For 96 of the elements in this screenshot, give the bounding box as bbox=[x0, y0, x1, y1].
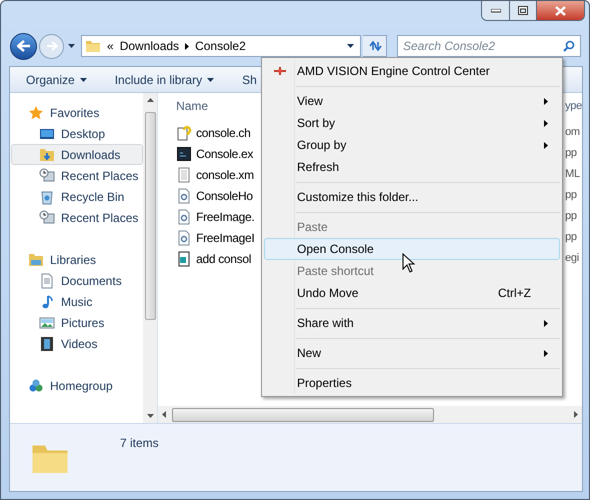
nav-item[interactable]: Recent Places bbox=[11, 165, 144, 186]
table-cell-text: egi bbox=[565, 251, 579, 266]
nav-item[interactable]: Music bbox=[11, 291, 144, 312]
search-field[interactable]: Search Console2 bbox=[397, 35, 581, 57]
mouse-pointer-icon bbox=[402, 253, 415, 273]
scroll-right-icon bbox=[574, 411, 578, 418]
minimize-icon bbox=[490, 8, 500, 12]
submenu-arrow-icon bbox=[544, 98, 548, 104]
nav-group[interactable]: Libraries bbox=[11, 249, 144, 270]
file-name[interactable]: console.xm bbox=[196, 166, 254, 184]
nav-item[interactable]: Pictures bbox=[11, 312, 144, 333]
table-cell-text: pp bbox=[565, 209, 577, 224]
overflow-mark: « bbox=[107, 38, 114, 55]
caret-icon bbox=[207, 78, 214, 82]
library-folder-icon bbox=[28, 252, 44, 268]
file-name[interactable]: FreeImageI bbox=[196, 228, 254, 246]
nav-item[interactable]: Documents bbox=[11, 270, 144, 291]
column-header[interactable]: ype bbox=[565, 98, 582, 114]
item-count: 7 items bbox=[120, 435, 159, 452]
caret-icon bbox=[68, 44, 74, 48]
download-folder-icon bbox=[39, 146, 55, 162]
vertical-scrollbar[interactable] bbox=[143, 93, 158, 423]
file-name[interactable]: add consol bbox=[196, 250, 252, 268]
horizontal-scrollbar[interactable] bbox=[158, 406, 582, 423]
menu-item[interactable]: Open Console bbox=[264, 238, 560, 260]
back-button[interactable] bbox=[10, 32, 37, 60]
file-name[interactable]: FreeImage. bbox=[196, 208, 254, 226]
breadcrumb[interactable]: Console2 bbox=[195, 37, 246, 55]
chevron-icon bbox=[185, 42, 190, 50]
submenu-arrow-icon bbox=[544, 120, 548, 126]
nav-item[interactable]: Downloads bbox=[11, 144, 144, 165]
close-icon bbox=[555, 6, 566, 16]
scroll-up-icon bbox=[146, 98, 154, 102]
breadcrumb[interactable]: Downloads bbox=[120, 37, 180, 55]
nav-item[interactable]: Desktop bbox=[11, 123, 144, 144]
scroll-thumb[interactable] bbox=[172, 408, 434, 422]
help-file-icon bbox=[176, 124, 192, 140]
maximize-icon bbox=[518, 6, 528, 15]
recycle-bin-icon bbox=[39, 188, 55, 204]
folder-icon bbox=[85, 39, 101, 53]
scroll-left-icon bbox=[162, 411, 166, 418]
address-bar[interactable]: « Downloads Console2 bbox=[81, 35, 361, 57]
menu-item[interactable]: Refresh bbox=[264, 156, 560, 178]
submenu-arrow-icon bbox=[544, 320, 548, 326]
nav-item[interactable]: Videos bbox=[11, 333, 144, 354]
caret-icon bbox=[80, 78, 87, 82]
toolbar-button[interactable]: Include in library bbox=[114, 70, 214, 88]
menu-item[interactable]: Properties bbox=[264, 372, 560, 394]
table-cell-text: pp bbox=[565, 230, 577, 246]
file-name[interactable]: console.ch bbox=[196, 124, 250, 142]
search-icon bbox=[563, 40, 575, 52]
scroll-down-icon bbox=[146, 414, 154, 418]
menu-item[interactable]: Customize this folder... bbox=[264, 186, 560, 208]
refresh-arrows-icon bbox=[368, 40, 382, 52]
document-icon bbox=[39, 272, 55, 288]
menu-item[interactable]: View bbox=[264, 90, 560, 112]
submenu-arrow-icon bbox=[544, 142, 548, 148]
table-cell-text: pp bbox=[565, 146, 577, 162]
table-cell-text: pp bbox=[565, 188, 577, 204]
clock-computer-icon bbox=[39, 168, 55, 184]
clock-computer-icon bbox=[39, 210, 55, 226]
minimize-button[interactable] bbox=[482, 1, 510, 20]
table-cell-text: ML bbox=[565, 167, 580, 182]
forward-arrow-icon bbox=[46, 41, 58, 51]
maximize-button[interactable] bbox=[510, 1, 537, 20]
back-arrow-icon bbox=[16, 40, 30, 52]
nav-group[interactable]: Homegroup bbox=[11, 375, 144, 396]
shortcut-text: Ctrl+Z bbox=[498, 285, 531, 302]
history-dropdown[interactable] bbox=[66, 44, 76, 48]
address-dropdown-icon bbox=[347, 44, 354, 48]
menu-item[interactable]: Undo Move Ctrl+Z bbox=[264, 282, 560, 304]
file-name[interactable]: Console.ex bbox=[196, 144, 254, 162]
nav-item[interactable]: Recent Places bbox=[11, 207, 144, 228]
submenu-arrow-icon bbox=[544, 350, 548, 356]
menu-item[interactable]: AMD VISION Engine Control Center bbox=[264, 60, 560, 82]
menu-item[interactable]: Share with bbox=[264, 312, 560, 334]
menu-item[interactable]: Sort by bbox=[264, 112, 560, 134]
column-header[interactable]: Name bbox=[176, 99, 208, 113]
nav-group[interactable]: Favorites bbox=[11, 102, 144, 123]
film-icon bbox=[39, 336, 55, 352]
menu-item[interactable]: New bbox=[264, 342, 560, 364]
file-name[interactable]: ConsoleHo bbox=[196, 186, 253, 204]
refresh-button[interactable] bbox=[363, 35, 387, 57]
console-icon bbox=[176, 146, 192, 162]
toolbar-button[interactable]: Sh bbox=[242, 70, 257, 88]
homegroup-icon bbox=[28, 378, 44, 394]
text-file-icon bbox=[176, 166, 192, 182]
toolbar-button[interactable]: Organize bbox=[26, 70, 87, 88]
registry-file-icon bbox=[176, 250, 192, 266]
scroll-thumb[interactable] bbox=[144, 112, 156, 320]
star-icon bbox=[28, 104, 44, 120]
picture-icon bbox=[39, 314, 55, 330]
nav-item[interactable]: Recycle Bin bbox=[11, 186, 144, 207]
menu-item[interactable]: Group by bbox=[264, 134, 560, 156]
close-button[interactable] bbox=[537, 1, 584, 20]
table-cell-text: om bbox=[565, 125, 580, 140]
